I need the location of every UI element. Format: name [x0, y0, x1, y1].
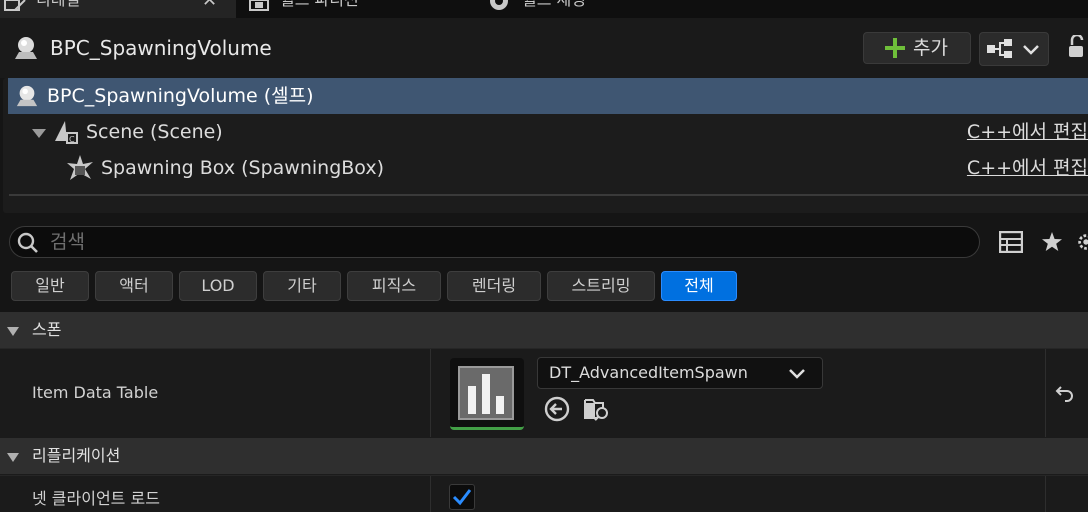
property-name: 넷 클라이언트 로드: [32, 489, 160, 508]
tree-divider: [9, 194, 1088, 196]
category-spawn[interactable]: 스폰: [0, 312, 1088, 348]
scene-component-icon: C: [55, 121, 78, 144]
world-settings-icon: [490, 0, 508, 10]
details-properties: 스폰 Item Data Table DT_AdvancedItemSpawn: [0, 312, 1088, 512]
use-selected-icon[interactable]: [544, 396, 570, 422]
grid-view-icon[interactable]: [999, 231, 1023, 253]
filter-general[interactable]: 일반: [11, 271, 89, 301]
filter-all[interactable]: 전체: [661, 271, 737, 301]
data-table-icon: [458, 366, 514, 420]
asset-picker-value: DT_AdvancedItemSpawn: [549, 363, 748, 382]
reset-column-divider: [1045, 476, 1046, 512]
tab-label: 월드 파티션: [280, 0, 359, 12]
tab-world-settings[interactable]: 월드 세팅: [478, 0, 708, 18]
filter-actor[interactable]: 액터: [95, 271, 173, 301]
tab-details[interactable]: 디테일 ✕: [0, 0, 236, 18]
star-icon[interactable]: [1041, 231, 1063, 253]
tree-item-root[interactable]: BPC_SpawningVolume (셀프): [8, 78, 1088, 114]
tree-item-label: Scene (Scene): [86, 121, 223, 143]
property-row-net-load-on-client: 넷 클라이언트 로드: [0, 475, 1088, 512]
add-button-label: 추가: [913, 37, 948, 59]
category-label: 스폰: [32, 320, 62, 339]
column-splitter[interactable]: [430, 349, 431, 437]
browse-asset-icon[interactable]: [583, 396, 611, 422]
asset-picker-combo[interactable]: DT_AdvancedItemSpawn: [537, 357, 823, 389]
component-tree: BPC_SpawningVolume (셀프) C Scene (Scene) …: [3, 78, 1088, 213]
actor-icon: [15, 37, 37, 59]
world-partition-icon: [249, 0, 269, 11]
tree-item-label: BPC_SpawningVolume (셀프): [47, 85, 314, 107]
tree-item-spawning-box[interactable]: Spawning Box (SpawningBox) C++에서 편집: [8, 150, 1088, 186]
tab-label: 디테일: [36, 0, 80, 12]
blueprint-icon: [987, 39, 1012, 58]
tab-world-partition[interactable]: 월드 파티션: [240, 0, 470, 18]
asset-thumbnail[interactable]: [450, 358, 524, 430]
tree-item-label: Spawning Box (SpawningBox): [101, 157, 384, 179]
filter-lod[interactable]: LOD: [179, 271, 257, 301]
gear-icon[interactable]: [1076, 231, 1088, 253]
svg-text:C: C: [69, 135, 75, 144]
plus-icon: [885, 38, 905, 58]
category-replication[interactable]: 리플리케이션: [0, 438, 1088, 474]
tab-label: 월드 세팅: [522, 0, 586, 12]
expand-arrow-icon[interactable]: [32, 129, 46, 138]
filter-misc[interactable]: 기타: [263, 271, 341, 301]
chevron-down-icon: [1023, 45, 1039, 55]
net-load-on-client-checkbox[interactable]: [449, 484, 475, 510]
lock-icon[interactable]: [1066, 35, 1088, 59]
actor-name: BPC_SpawningVolume: [50, 36, 272, 60]
spawning-box-icon: [67, 155, 93, 180]
details-search[interactable]: [9, 226, 980, 258]
add-component-button[interactable]: 추가: [863, 32, 971, 64]
collapse-arrow-icon[interactable]: [7, 453, 19, 462]
filter-streaming[interactable]: 스트리밍: [547, 271, 655, 301]
checkmark-icon: [452, 489, 472, 506]
tree-item-scene[interactable]: C Scene (Scene) C++에서 편집: [8, 114, 1088, 150]
reset-column-divider: [1045, 349, 1046, 437]
tab-bar: 디테일 ✕ 월드 파티션 월드 세팅: [0, 0, 1088, 18]
category-label: 리플리케이션: [32, 446, 121, 465]
search-input[interactable]: [50, 229, 950, 255]
blueprint-button[interactable]: [979, 32, 1049, 66]
property-name: Item Data Table: [32, 383, 159, 402]
search-icon: [17, 232, 38, 253]
collapse-arrow-icon[interactable]: [7, 327, 19, 336]
filter-rendering[interactable]: 렌더링: [447, 271, 541, 301]
edit-in-cpp-link[interactable]: C++에서 편집: [967, 150, 1088, 186]
column-splitter[interactable]: [430, 476, 431, 512]
close-icon[interactable]: ✕: [202, 0, 217, 10]
edit-in-cpp-link[interactable]: C++에서 편집: [967, 114, 1088, 150]
reset-arrow-icon[interactable]: [1055, 384, 1075, 402]
chevron-down-icon: [789, 369, 805, 379]
details-icon: [4, 0, 26, 11]
filter-physics[interactable]: 피직스: [347, 271, 441, 301]
actor-icon: [16, 85, 38, 107]
